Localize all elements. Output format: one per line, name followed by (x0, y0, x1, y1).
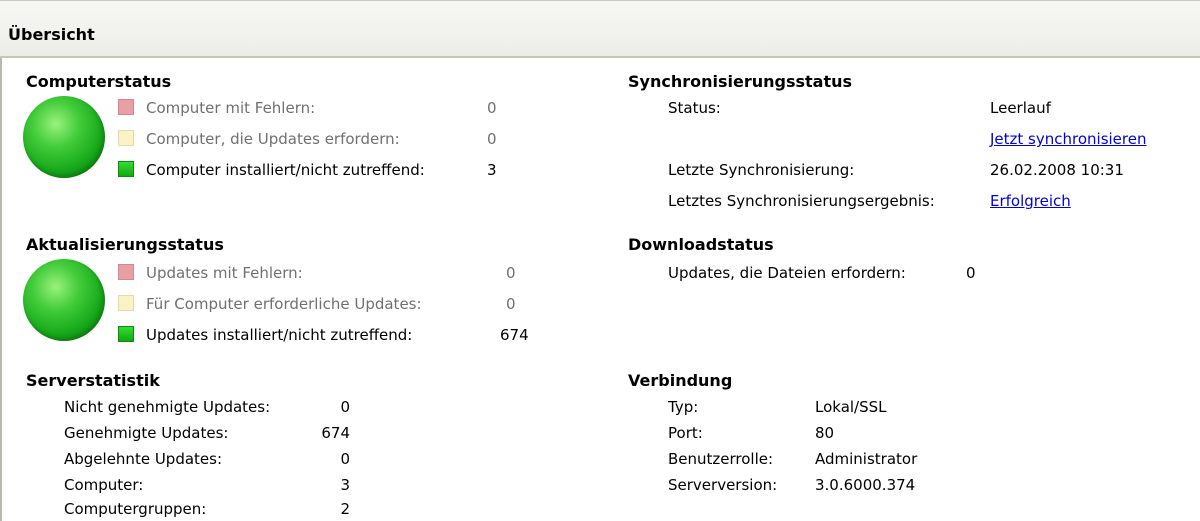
last-sync-result-link[interactable]: Erfolgreich (990, 192, 1071, 210)
stat-groups-value: 2 (340, 500, 350, 518)
sync-status-value: Leerlauf (990, 99, 1051, 117)
download-files-label: Updates, die Dateien erfordern: (668, 264, 906, 282)
computer-status-title: Computerstatus (26, 72, 172, 91)
computer-error-label: Computer mit Fehlern: (146, 99, 316, 117)
computer-needed-value: 0 (487, 130, 497, 148)
connection-title: Verbindung (628, 371, 733, 390)
stat-unapproved-label: Nicht genehmigte Updates: (64, 398, 271, 416)
stat-declined-label: Abgelehnte Updates: (64, 450, 223, 468)
computer-error-value: 0 (487, 99, 497, 117)
computer-status-globe-icon (23, 96, 105, 178)
computer-installed-value: 3 (487, 161, 497, 179)
page-title: Übersicht (8, 25, 95, 44)
sync-now-link[interactable]: Jetzt synchronisieren (990, 130, 1146, 148)
sync-status-title: Synchronisierungsstatus (628, 72, 853, 91)
server-stats-title: Serverstatistik (26, 371, 160, 390)
update-error-value: 0 (506, 264, 516, 282)
stat-declined-value: 0 (340, 450, 350, 468)
needed-legend-icon (118, 295, 134, 311)
stat-approved-value: 674 (321, 424, 350, 442)
download-files-value: 0 (966, 264, 976, 282)
connection-role-value: Administrator (815, 450, 918, 468)
error-legend-icon (118, 264, 134, 280)
last-sync-value: 26.02.2008 10:31 (990, 161, 1124, 179)
stat-unapproved-value: 0 (340, 398, 350, 416)
update-installed-value: 674 (500, 326, 529, 344)
update-error-label: Updates mit Fehlern: (146, 264, 303, 282)
connection-version-value: 3.0.6000.374 (815, 476, 916, 494)
installed-legend-icon (118, 326, 134, 342)
stat-groups-label: Computergruppen: (64, 500, 207, 518)
installed-legend-icon (118, 161, 134, 177)
update-status-globe-icon (23, 259, 105, 341)
connection-port-value: 80 (815, 424, 835, 442)
update-needed-value: 0 (506, 295, 516, 313)
sync-status-label: Status: (668, 99, 721, 117)
overview-header: Übersicht (0, 0, 1200, 58)
error-legend-icon (118, 99, 134, 115)
update-status-title: Aktualisierungsstatus (26, 235, 224, 254)
stat-computers-label: Computer: (64, 476, 144, 494)
update-needed-label: Für Computer erforderliche Updates: (146, 295, 422, 313)
stat-approved-label: Genehmigte Updates: (64, 424, 229, 442)
panel-border (0, 58, 2, 521)
computer-installed-label: Computer installiert/nicht zutreffend: (146, 161, 425, 179)
download-status-title: Downloadstatus (628, 235, 774, 254)
overview-panel: Übersicht Computerstatus Computer mit Fe… (0, 0, 1200, 521)
update-installed-label: Updates installiert/nicht zutreffend: (146, 326, 413, 344)
last-sync-label: Letzte Synchronisierung: (668, 161, 855, 179)
last-sync-result-label: Letztes Synchronisierungsergebnis: (668, 192, 935, 210)
needed-legend-icon (118, 130, 134, 146)
connection-type-label: Typ: (668, 398, 699, 416)
connection-type-value: Lokal/SSL (815, 398, 887, 416)
stat-computers-value: 3 (340, 476, 350, 494)
computer-needed-label: Computer, die Updates erfordern: (146, 130, 400, 148)
connection-role-label: Benutzerrolle: (668, 450, 774, 468)
connection-port-label: Port: (668, 424, 703, 442)
connection-version-label: Serverversion: (668, 476, 778, 494)
